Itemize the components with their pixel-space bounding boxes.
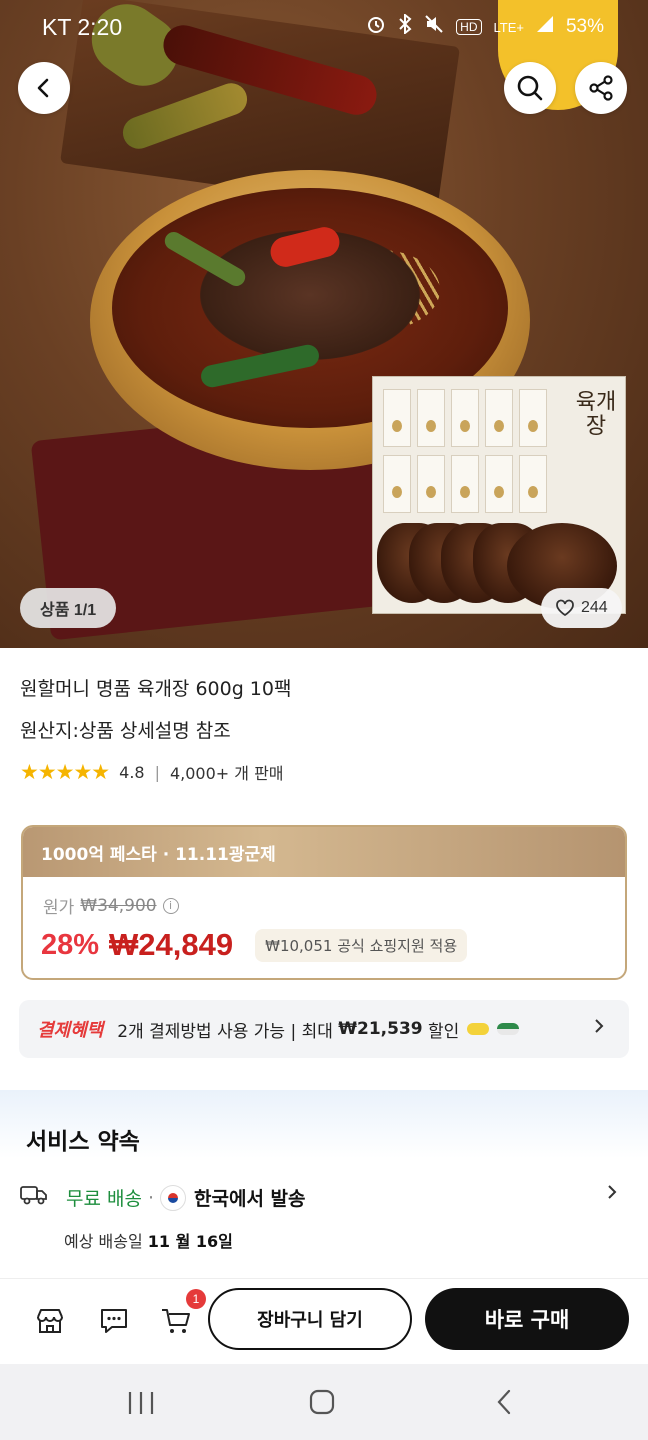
- heart-icon: [556, 599, 574, 617]
- truck-icon: [20, 1184, 48, 1211]
- mute-icon: [424, 14, 444, 40]
- status-time: KT 2:20: [42, 14, 123, 40]
- share-icon: [589, 75, 613, 101]
- share-button[interactable]: [575, 62, 627, 114]
- payment-max-discount: ₩21,539: [338, 1019, 423, 1039]
- shopping-support-badge: ₩10,051 공식 쇼핑지원 적용: [255, 928, 468, 962]
- chevron-left-icon: [37, 78, 49, 98]
- service-promise-section: 서비스 약속 무료 배송 · 한국에서 발송 예상 배송일 11 월 16일: [0, 1090, 648, 1286]
- battery-level: 53%: [565, 16, 604, 37]
- chevron-right-icon[interactable]: [606, 1182, 618, 1206]
- package-title: 육개장: [575, 390, 617, 439]
- alarm-icon: [366, 14, 386, 40]
- cart-icon: [162, 1309, 190, 1333]
- payment-benefit-suffix: 할인: [422, 1021, 460, 1042]
- rating-value: 4.8: [119, 762, 145, 782]
- store-button[interactable]: [34, 1305, 66, 1337]
- info-icon[interactable]: i: [162, 897, 179, 914]
- ship-from-label: 한국에서 발송: [194, 1188, 306, 1210]
- bluetooth-icon: [398, 12, 412, 40]
- cart-count-badge: 1: [186, 1289, 206, 1309]
- store-icon: [37, 1309, 63, 1333]
- like-count: 244: [581, 599, 608, 616]
- back-button[interactable]: [18, 62, 70, 114]
- chat-icon: [101, 1309, 127, 1333]
- product-origin: 원산지:상품 상세설명 참조: [20, 720, 231, 742]
- divider: |: [154, 762, 160, 782]
- buy-now-button[interactable]: 바로 구매: [425, 1288, 629, 1350]
- like-button[interactable]: 244: [541, 588, 622, 628]
- card-logo-icon: [497, 1023, 520, 1035]
- estimated-delivery: 예상 배송일 11 월 16일: [64, 1228, 233, 1252]
- bottom-action-bar: 1 장바구니 담기 바로 구매: [0, 1278, 648, 1364]
- promo-banner: 1000억 페스타 · 11.11광군제: [23, 827, 625, 877]
- home-icon: [309, 1389, 335, 1415]
- sales-count: 4,000+ 개 판매: [169, 764, 284, 783]
- original-price: ₩34,900: [80, 895, 157, 916]
- cart-button[interactable]: [160, 1305, 192, 1337]
- home-button[interactable]: [308, 1388, 336, 1420]
- original-price-label: 원가: [43, 898, 75, 918]
- recent-apps-icon: [128, 1392, 154, 1414]
- shipping-row[interactable]: 무료 배송 · 한국에서 발송: [20, 1184, 306, 1211]
- add-to-cart-button[interactable]: 장바구니 담기: [208, 1288, 412, 1350]
- hd-icon: HD: [456, 19, 482, 35]
- system-back-button[interactable]: [494, 1388, 514, 1420]
- rating-row[interactable]: ★★★★★ 4.8 | 4,000+ 개 판매: [20, 760, 284, 784]
- chat-button[interactable]: [98, 1305, 130, 1337]
- payment-benefit-row[interactable]: 결제혜택 2개 결제방법 사용 가능 | 최대 ₩21,539 할인: [19, 1000, 629, 1058]
- product-package-image: 육개장: [372, 376, 626, 614]
- price-card: 1000억 페스타 · 11.11광군제 원가 ₩34,900 i 28% ₩2…: [21, 825, 627, 980]
- signal-icon: [536, 15, 554, 39]
- rating-stars: ★★★★★: [20, 760, 110, 784]
- back-arrow-icon: [497, 1389, 511, 1415]
- product-title: 원할머니 명품 육개장 600g 10팩: [20, 678, 292, 700]
- search-icon: [517, 75, 543, 101]
- system-nav-bar: [0, 1364, 648, 1440]
- network-type: LTE+: [493, 19, 524, 35]
- card-logo-icon: [467, 1023, 490, 1035]
- free-shipping-label: 무료 배송: [66, 1188, 142, 1210]
- service-heading: 서비스 약속: [26, 1129, 140, 1155]
- recent-apps-button[interactable]: [126, 1390, 156, 1420]
- payment-benefit-text: 2개 결제방법 사용 가능 | 최대: [117, 1021, 339, 1042]
- eta-date: 11 월 16일: [147, 1232, 233, 1251]
- original-price-row: 원가 ₩34,900 i: [43, 893, 179, 918]
- separator-dot: ·: [147, 1186, 155, 1209]
- eta-label: 예상 배송일: [64, 1232, 148, 1251]
- status-bar: KT 2:20 HD LTE+ 53%: [0, 0, 648, 56]
- sale-price: ₩24,849: [109, 927, 234, 962]
- current-price-row: 28% ₩24,849 ₩10,051 공식 쇼핑지원 적용: [41, 927, 468, 963]
- payment-benefit-label: 결제혜택: [37, 1020, 104, 1041]
- discount-rate: 28%: [41, 928, 100, 961]
- chevron-right-icon: [593, 1016, 605, 1040]
- search-button[interactable]: [504, 62, 556, 114]
- product-image[interactable]: 육개장 KT 2:20 HD LTE+ 53% 상품 1/1 244: [0, 0, 648, 648]
- image-counter: 상품 1/1: [20, 588, 117, 628]
- korea-flag-icon: [160, 1184, 187, 1211]
